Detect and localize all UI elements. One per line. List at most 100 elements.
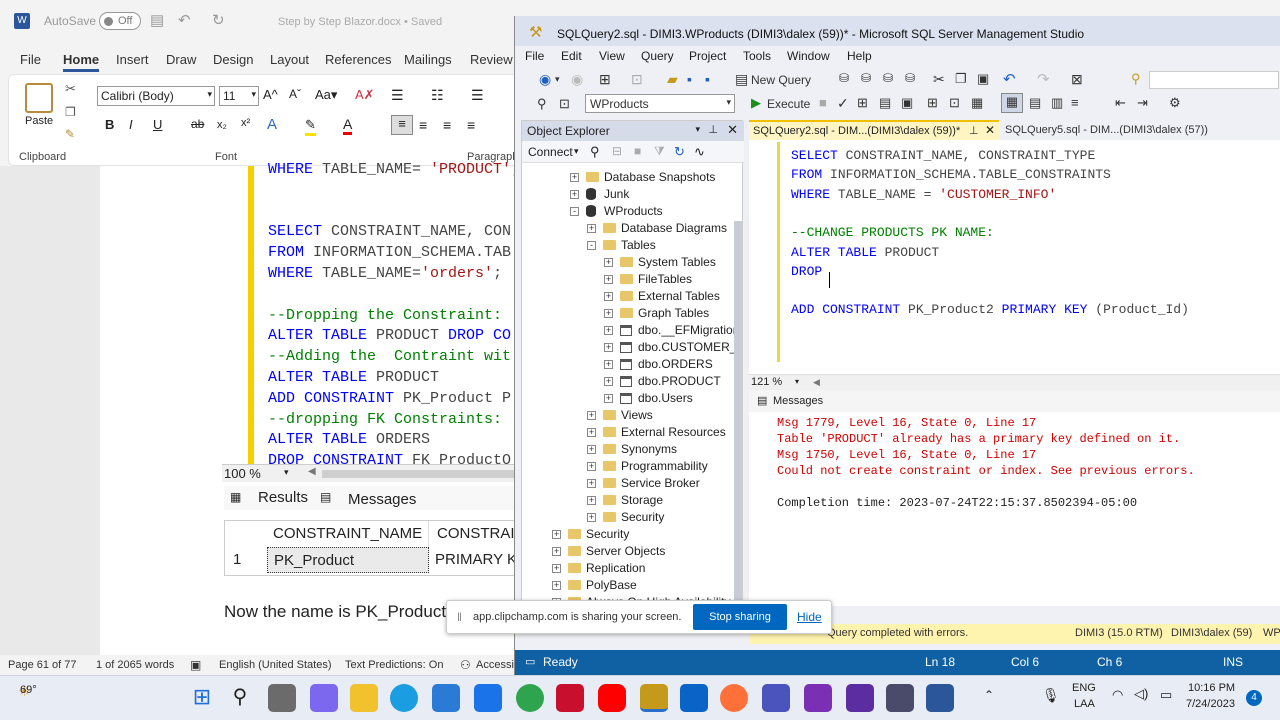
paste-icon[interactable] bbox=[25, 83, 53, 113]
ssms-menu-edit[interactable]: Edit bbox=[561, 49, 582, 63]
expand-icon[interactable]: + bbox=[604, 309, 613, 318]
connect-dropdown[interactable]: Connect bbox=[528, 145, 573, 159]
collapse-icon[interactable]: - bbox=[570, 207, 579, 216]
close-icon[interactable]: ✕ bbox=[985, 123, 995, 137]
tab-sqlquery5[interactable]: SQLQuery5.sql - DIM...(DIMI3\dalex (57)) bbox=[1001, 120, 1241, 140]
expand-icon[interactable]: + bbox=[570, 173, 579, 182]
word-tab-file[interactable]: File bbox=[20, 52, 41, 67]
database-select[interactable]: WProducts ▾ bbox=[585, 94, 735, 113]
bold-icon[interactable]: B bbox=[105, 117, 114, 132]
tree-node[interactable]: + dbo.ORDERS bbox=[522, 356, 734, 373]
subscript-icon[interactable]: x₂ bbox=[217, 119, 227, 131]
pin-icon[interactable]: ⊥ bbox=[708, 123, 718, 136]
tree-node[interactable]: + Server Objects bbox=[522, 543, 734, 560]
redo-icon[interactable]: ↻ bbox=[212, 11, 225, 29]
expand-icon[interactable]: + bbox=[552, 564, 561, 573]
word-tab-mailings[interactable]: Mailings bbox=[404, 52, 452, 67]
chat-icon[interactable] bbox=[310, 684, 338, 712]
chevron-down-icon[interactable]: ▾ bbox=[574, 146, 579, 157]
undo-icon[interactable]: ↶ bbox=[178, 11, 191, 29]
expand-icon[interactable]: + bbox=[552, 530, 561, 539]
justify-icon[interactable]: ≡ bbox=[467, 117, 475, 133]
tree-node[interactable]: + FileTables bbox=[522, 271, 734, 288]
forward-icon[interactable]: ◉ bbox=[571, 71, 583, 88]
connect-icon[interactable]: ⚲ bbox=[590, 144, 600, 160]
tree-node[interactable]: + Graph Tables bbox=[522, 305, 734, 322]
save-icon[interactable]: ▪ bbox=[687, 71, 692, 87]
ssms-menu-tools[interactable]: Tools bbox=[743, 49, 771, 63]
font-color-icon[interactable]: A bbox=[343, 116, 353, 135]
dax-query-icon[interactable]: ⛁ bbox=[905, 71, 915, 85]
stop-icon[interactable]: ■ bbox=[819, 95, 827, 110]
copy-icon[interactable]: ❐ bbox=[955, 71, 967, 87]
cut-icon[interactable]: ✂ bbox=[933, 71, 945, 88]
editor-code[interactable]: SELECT CONSTRAINT_NAME, CONSTRAINT_TYPE F… bbox=[791, 146, 1279, 346]
font-name-select[interactable]: Calibri (Body) ▾ bbox=[97, 86, 215, 106]
new-project-icon[interactable]: ⊞ bbox=[599, 71, 611, 88]
task-view-icon[interactable] bbox=[268, 684, 296, 712]
collapse-icon[interactable]: - bbox=[587, 241, 596, 250]
search-icon[interactable]: ⚲ bbox=[1131, 71, 1141, 87]
expand-icon[interactable]: + bbox=[587, 479, 596, 488]
tab-sqlquery2[interactable]: SQLQuery2.sql - DIM...(DIMI3\dalex (59))… bbox=[749, 120, 999, 140]
paste-label[interactable]: Paste bbox=[25, 115, 53, 127]
search-icon[interactable]: ⚲ bbox=[226, 684, 254, 712]
scroll-left-icon[interactable]: ◀ bbox=[308, 466, 316, 477]
word-tab-review[interactable]: Review bbox=[470, 52, 513, 67]
stop-sharing-button[interactable]: Stop sharing bbox=[693, 604, 787, 630]
increase-indent-icon[interactable]: ⇥ bbox=[1137, 95, 1148, 111]
undo-icon[interactable]: ↶ bbox=[1003, 70, 1016, 88]
vertical-scrollbar[interactable] bbox=[734, 221, 742, 601]
tree-node[interactable]: + Database Diagrams bbox=[522, 220, 734, 237]
add-item-icon[interactable]: ⊡ bbox=[631, 71, 643, 88]
word-tab-draw[interactable]: Draw bbox=[166, 52, 196, 67]
save-icon[interactable]: ▤ bbox=[150, 11, 164, 29]
italic-icon[interactable]: I bbox=[129, 117, 133, 132]
back-dropdown-icon[interactable]: ▾ bbox=[555, 74, 560, 85]
expand-icon[interactable]: + bbox=[604, 360, 613, 369]
page-count[interactable]: Page 61 of 77 bbox=[8, 659, 77, 671]
microphone-icon[interactable]: 🎙 bbox=[1042, 687, 1060, 704]
expand-icon[interactable]: + bbox=[604, 326, 613, 335]
editor-zoom[interactable]: 121 % bbox=[751, 376, 782, 388]
ssms-menu-file[interactable]: File bbox=[525, 49, 544, 63]
tree-node[interactable]: + External Tables bbox=[522, 288, 734, 305]
word-tab-references[interactable]: References bbox=[325, 52, 391, 67]
expand-icon[interactable]: + bbox=[604, 394, 613, 403]
chevron-down-icon[interactable]: ▾ bbox=[795, 377, 799, 386]
shrink-font-icon[interactable]: Aˇ bbox=[289, 87, 301, 101]
query-options-icon[interactable]: ▤ bbox=[879, 95, 891, 111]
comment-icon[interactable]: ≡ bbox=[1071, 95, 1079, 110]
messages-tab[interactable]: Messages bbox=[773, 395, 823, 407]
tree-node[interactable]: + dbo.Users bbox=[522, 390, 734, 407]
tree-node[interactable]: + dbo.PRODUCT bbox=[522, 373, 734, 390]
redo-icon[interactable]: ↷ bbox=[1037, 70, 1050, 88]
text-effects-icon[interactable]: A bbox=[267, 116, 277, 133]
live-stats-icon[interactable]: ⊡ bbox=[949, 95, 960, 111]
language-layout[interactable]: LAA bbox=[1074, 698, 1095, 710]
expand-icon[interactable]: + bbox=[604, 292, 613, 301]
tree-node[interactable]: - WProducts bbox=[522, 203, 734, 220]
tree-node[interactable]: + dbo.__EFMigratior bbox=[522, 322, 734, 339]
results-to-text-icon[interactable]: ▤ bbox=[1029, 95, 1041, 111]
tree-node[interactable]: + Security bbox=[522, 526, 734, 543]
expand-icon[interactable]: + bbox=[587, 445, 596, 454]
multilevel-icon[interactable]: ☰ bbox=[471, 87, 484, 104]
edge-icon[interactable] bbox=[390, 684, 418, 712]
volume-icon[interactable]: ◁) bbox=[1134, 686, 1148, 702]
activity-monitor-icon[interactable]: ∿ bbox=[694, 144, 705, 160]
tree-node[interactable]: + PolyBase bbox=[522, 577, 734, 594]
outlook-icon[interactable] bbox=[680, 684, 708, 712]
weather-temp[interactable]: 69° bbox=[20, 684, 37, 696]
bullets-icon[interactable]: ☰ bbox=[391, 87, 404, 104]
expand-icon[interactable]: + bbox=[552, 547, 561, 556]
zoom-value[interactable]: 100 % bbox=[224, 466, 261, 481]
actual-plan-icon[interactable]: ⊞ bbox=[927, 95, 938, 111]
underline-icon[interactable]: U bbox=[153, 117, 162, 132]
solution-icon[interactable]: ⊠ bbox=[1071, 71, 1083, 88]
chrome-icon[interactable] bbox=[516, 684, 544, 712]
pin-icon[interactable]: ⊥ bbox=[969, 124, 979, 137]
expand-icon[interactable]: + bbox=[587, 428, 596, 437]
client-stats-icon[interactable]: ▦ bbox=[971, 95, 983, 111]
font-size-select[interactable]: 11 ▾ bbox=[219, 86, 259, 106]
